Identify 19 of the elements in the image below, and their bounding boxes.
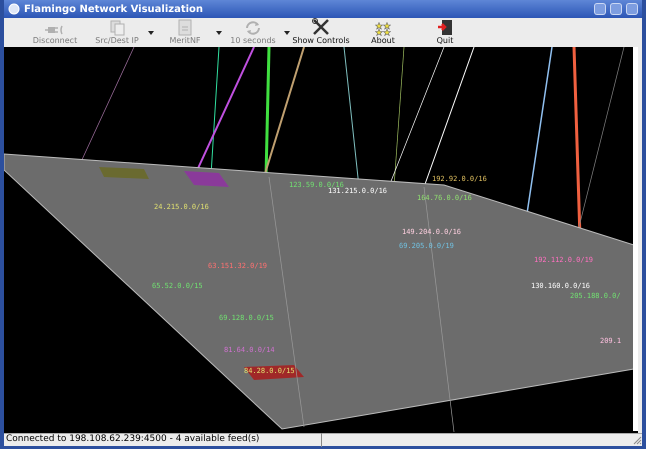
resize-grip-icon[interactable] [633,436,642,444]
stars-icon [375,22,391,36]
document-icon [109,20,125,36]
minimize-button[interactable] [594,3,606,15]
caret-icon [148,30,154,34]
tools-icon [312,18,330,36]
scrollbar[interactable] [633,47,638,431]
app-icon [8,3,20,15]
refresh-icon [244,20,262,36]
close-button[interactable] [626,3,638,15]
visualization-canvas[interactable] [4,47,638,433]
plug-icon [45,24,65,36]
card-icon [178,19,192,36]
caret-icon [284,30,290,34]
maximize-button[interactable] [610,3,622,15]
exit-door-icon [437,19,453,36]
status-text: Connected to 198.108.62.239:4500 - 4 available feed(s) [4,433,322,447]
window-title: Flamingo Network Visualization [24,2,204,16]
caret-icon [216,30,222,34]
